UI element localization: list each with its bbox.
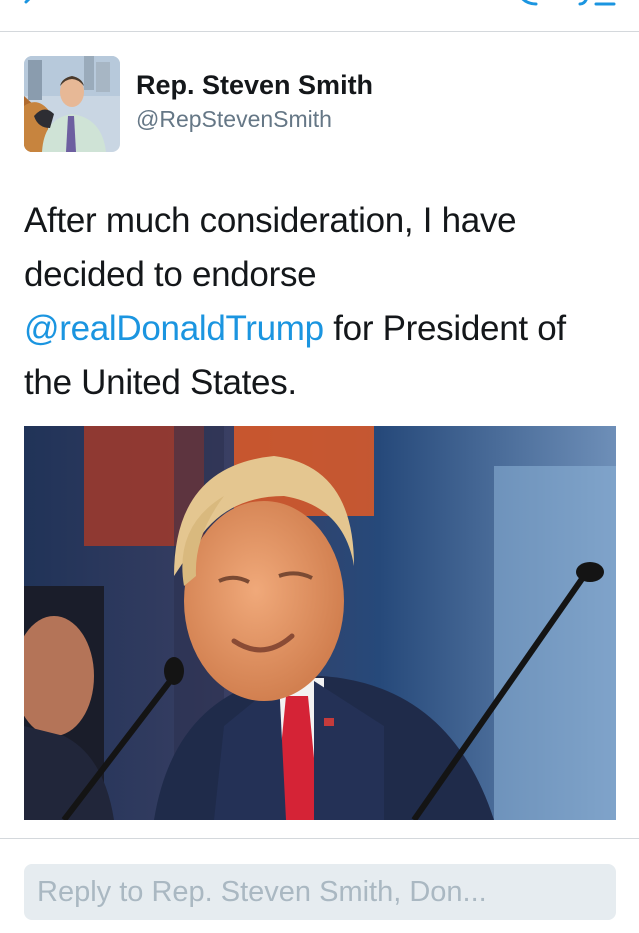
reply-icon[interactable]: [516, 0, 544, 14]
divider: [0, 838, 639, 839]
tweet-photo[interactable]: [24, 426, 616, 820]
reply-placeholder: Reply to Rep. Steven Smith, Don...: [37, 875, 487, 908]
display-name[interactable]: Rep. Steven Smith: [136, 70, 373, 101]
avatar[interactable]: [24, 56, 120, 152]
user-handle[interactable]: @RepStevenSmith: [136, 106, 332, 133]
reply-input[interactable]: Reply to Rep. Steven Smith, Don...: [24, 864, 616, 920]
nav-bar: [0, 0, 639, 32]
tweet-text-part: After much consideration, I have decided…: [24, 201, 517, 294]
chevron-left-icon[interactable]: [18, 0, 42, 14]
tweet-text: After much consideration, I have decided…: [24, 194, 614, 410]
compose-icon[interactable]: [574, 0, 616, 14]
mention-link[interactable]: @realDonaldTrump: [24, 309, 324, 348]
